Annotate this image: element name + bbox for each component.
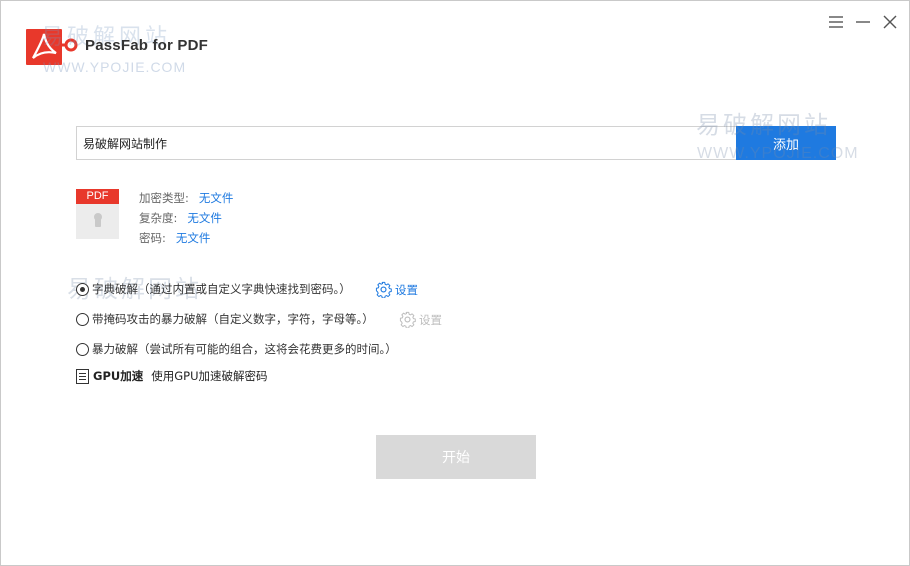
file-path-input[interactable] (76, 126, 738, 160)
encryption-type-label: 加密类型: (139, 191, 189, 205)
gpu-label: GPU加速 (93, 369, 144, 383)
encryption-type-row: 加密类型: 无文件 (139, 190, 233, 206)
mask-attack-label: 带掩码攻击的暴力破解（自定义数字，字符，字母等。） (92, 312, 374, 326)
password-value: 无文件 (175, 231, 211, 245)
dictionary-attack-option[interactable]: 字典破解（通过内置或自定义字典快速找到密码。） (76, 281, 351, 297)
password-label: 密码: (139, 231, 166, 245)
app-window: 易破解网站 PassFab for PDF WWW.YPOJIE.COM 添加 … (0, 0, 910, 566)
minimize-icon[interactable] (853, 12, 873, 32)
mask-settings-label: 设置 (419, 312, 442, 327)
password-row: 密码: 无文件 (139, 230, 210, 246)
radio-button[interactable] (76, 342, 89, 356)
hamburger-menu-icon[interactable] (826, 12, 846, 32)
close-icon[interactable] (880, 12, 900, 32)
mask-attack-option[interactable]: 带掩码攻击的暴力破解（自定义数字，字符，字母等。） (76, 311, 374, 327)
brute-force-option[interactable]: 暴力破解（尝试所有可能的组合，这将会花费更多的时间。） (76, 341, 397, 357)
pdf-thumbnail: PDF (76, 189, 119, 239)
lock-icon (91, 211, 105, 233)
gear-icon (399, 311, 416, 328)
mask-settings-link[interactable]: 设置 (399, 311, 442, 328)
gpu-checkbox-icon[interactable] (76, 368, 89, 384)
complexity-label: 复杂度: (139, 211, 178, 225)
radio-button-selected[interactable] (76, 282, 89, 296)
complexity-row: 复杂度: 无文件 (139, 210, 222, 226)
gpu-description: 使用GPU加速破解密码 (151, 369, 268, 383)
dictionary-settings-label: 设置 (395, 282, 418, 297)
brute-force-label: 暴力破解（尝试所有可能的组合，这将会花费更多的时间。） (92, 342, 397, 356)
start-button[interactable]: 开始 (376, 435, 536, 479)
app-title: PassFab for PDF (85, 37, 209, 54)
gear-icon (375, 281, 392, 298)
watermark-logo-en: WWW.YPOJIE.COM (43, 59, 187, 75)
radio-button[interactable] (76, 312, 89, 326)
pdf-tag: PDF (76, 189, 119, 204)
dictionary-settings-link[interactable]: 设置 (375, 281, 418, 298)
gpu-acceleration-row[interactable]: GPU加速 使用GPU加速破解密码 (76, 368, 267, 384)
dictionary-attack-label: 字典破解（通过内置或自定义字典快速找到密码。） (92, 282, 351, 296)
add-file-button[interactable]: 添加 (736, 126, 836, 160)
encryption-type-value: 无文件 (198, 191, 234, 205)
complexity-value: 无文件 (187, 211, 222, 225)
